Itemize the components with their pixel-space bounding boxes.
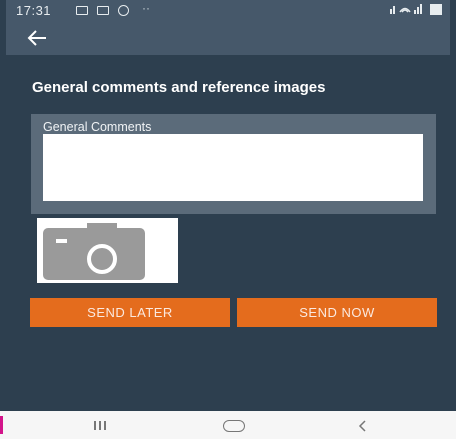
status-right (389, 3, 442, 17)
comments-label: General Comments (43, 120, 152, 134)
recents-icon[interactable] (94, 421, 108, 431)
edge-indicator (0, 416, 3, 434)
app-notification-icon (118, 5, 129, 16)
app-screen: 17:31 ·· General comments and reference … (0, 0, 456, 439)
camera-icon (43, 223, 145, 280)
general-comments-field[interactable] (43, 134, 423, 201)
page-title: General comments and reference images (32, 79, 326, 96)
comments-card: General Comments (31, 114, 436, 214)
home-icon[interactable] (223, 420, 245, 432)
status-time: 17:31 (16, 3, 52, 18)
system-nav-bar (0, 411, 456, 439)
signal-icon (389, 4, 422, 14)
battery-icon (430, 4, 442, 15)
back-chevron-icon[interactable] (356, 418, 368, 434)
gallery-notification-icon (76, 6, 88, 15)
arrow-left-icon[interactable] (26, 28, 48, 48)
status-bar: 17:31 ·· (6, 0, 450, 22)
more-notifications-icon: ·· (142, 1, 150, 15)
message-notification-icon (97, 6, 109, 15)
toolbar (6, 22, 450, 55)
add-photo-tile[interactable] (37, 218, 178, 283)
send-now-button[interactable]: SEND NOW (237, 298, 437, 327)
send-later-button[interactable]: SEND LATER (30, 298, 230, 327)
